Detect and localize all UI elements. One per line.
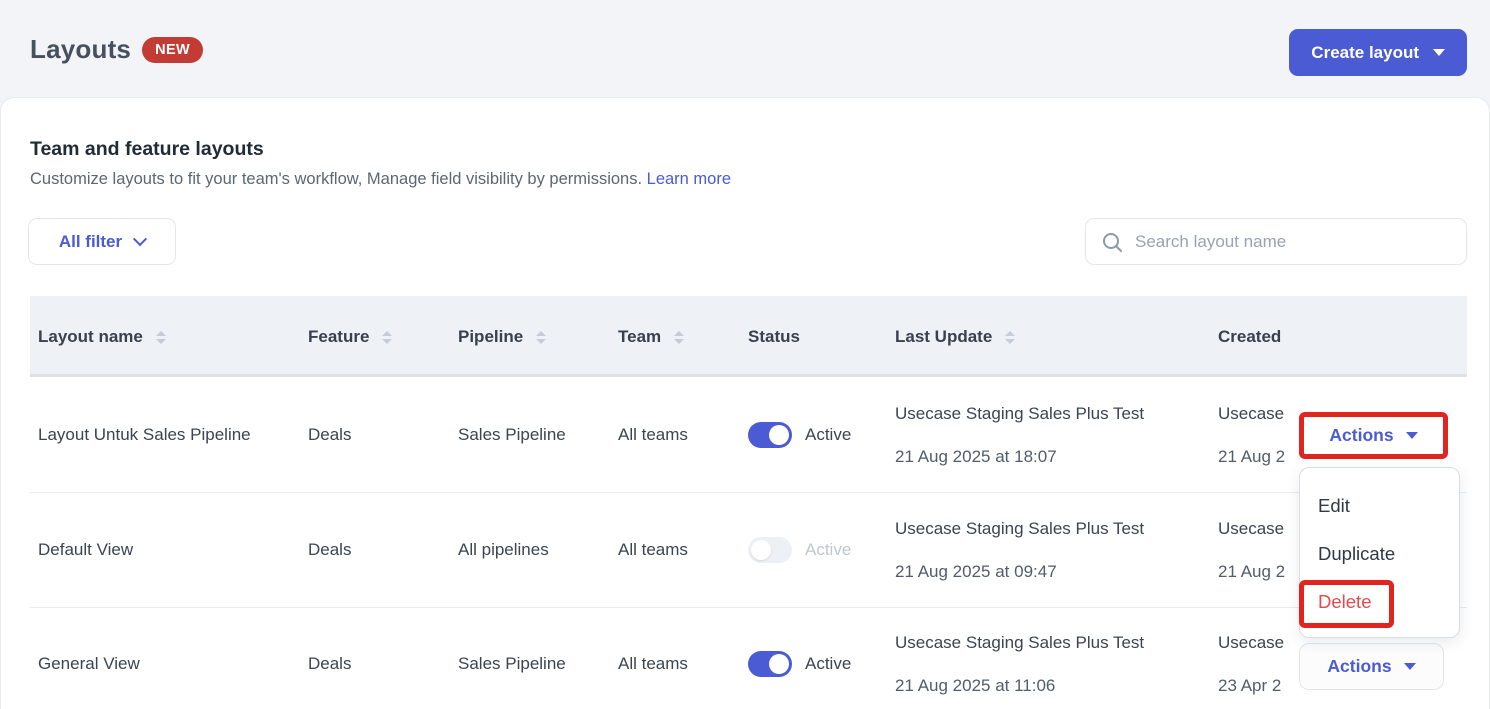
cell-pipeline: Sales Pipeline: [458, 654, 566, 674]
cell-last-update-by: Usecase Staging Sales Plus Test: [895, 404, 1144, 424]
search-input[interactable]: [1135, 232, 1452, 252]
all-filter-dropdown[interactable]: All filter: [28, 218, 176, 265]
status-toggle-on[interactable]: [748, 651, 792, 677]
section-heading: Team and feature layouts: [30, 138, 264, 161]
all-filter-label: All filter: [59, 232, 122, 252]
cell-created-date: 21 Aug 2: [1218, 562, 1285, 582]
cell-last-update-by: Usecase Staging Sales Plus Test: [895, 633, 1144, 653]
page-title: Layouts: [30, 34, 131, 65]
chevron-down-icon: [133, 232, 147, 246]
toggle-knob: [751, 540, 771, 560]
column-header-layout-name[interactable]: Layout name: [38, 327, 166, 347]
column-label: Status: [748, 327, 800, 347]
section-description: Customize layouts to fit your team's wor…: [30, 170, 731, 189]
new-badge: NEW: [142, 37, 203, 63]
actions-button-row3-wrapper: Actions: [1299, 643, 1444, 690]
cell-team: All teams: [618, 654, 688, 674]
sort-icon[interactable]: [156, 331, 166, 344]
search-icon: [1100, 230, 1124, 254]
actions-label: Actions: [1329, 425, 1393, 446]
actions-label: Actions: [1327, 656, 1391, 677]
column-header-feature[interactable]: Feature: [308, 327, 392, 347]
cell-created: Usecase 23 Apr 2: [1218, 633, 1287, 709]
column-header-created: Created: [1218, 327, 1287, 347]
actions-dropdown-row3[interactable]: Actions: [1300, 644, 1443, 689]
cell-created-by: Usecase: [1218, 519, 1284, 539]
page-header: Layouts NEW: [30, 34, 203, 65]
cell-layout-name: Default View: [38, 540, 133, 560]
cell-last-update-date: 21 Aug 2025 at 11:06: [895, 676, 1055, 696]
toggle-knob: [769, 654, 789, 674]
cell-feature: Deals: [308, 654, 351, 674]
sort-icon[interactable]: [536, 331, 546, 344]
actions-button-row1-wrapper: Actions: [1299, 412, 1448, 459]
cell-team: All teams: [618, 540, 688, 560]
column-label: Created: [1218, 327, 1281, 347]
cell-team: All teams: [618, 425, 688, 445]
chevron-down-icon: [1406, 432, 1418, 439]
cell-feature: Deals: [308, 425, 351, 445]
column-header-pipeline[interactable]: Pipeline: [458, 327, 546, 347]
sort-icon[interactable]: [382, 331, 392, 344]
status-label: Active: [805, 425, 851, 445]
column-label: Feature: [308, 327, 369, 347]
cell-feature: Deals: [308, 540, 351, 560]
menu-item-duplicate[interactable]: Duplicate: [1318, 543, 1459, 565]
cell-last-update-date: 21 Aug 2025 at 18:07: [895, 447, 1057, 467]
create-layout-label: Create layout: [1311, 43, 1419, 63]
status-toggle-on[interactable]: [748, 422, 792, 448]
layouts-page: Layouts NEW Create layout Team and featu…: [0, 0, 1490, 709]
search-box: [1085, 218, 1467, 265]
sort-icon[interactable]: [674, 331, 684, 344]
column-label: Pipeline: [458, 327, 523, 347]
cell-created-date: 21 Aug 2: [1218, 447, 1285, 467]
cell-created-date: 23 Apr 2: [1218, 676, 1281, 696]
cell-last-update-date: 21 Aug 2025 at 09:47: [895, 562, 1057, 582]
sort-icon[interactable]: [1005, 331, 1015, 344]
cell-pipeline: Sales Pipeline: [458, 425, 566, 445]
status-toggle-off[interactable]: [748, 537, 792, 563]
cell-pipeline: All pipelines: [458, 540, 549, 560]
annotation-highlight-delete: [1299, 580, 1394, 628]
cell-layout-name: Layout Untuk Sales Pipeline: [38, 425, 251, 445]
cell-created: Usecase 21 Aug 2: [1218, 519, 1287, 611]
column-label: Team: [618, 327, 661, 347]
column-header-team[interactable]: Team: [618, 327, 684, 347]
column-header-status: Status: [748, 327, 800, 347]
column-header-last-update[interactable]: Last Update: [895, 327, 1015, 347]
menu-item-edit[interactable]: Edit: [1318, 495, 1459, 517]
learn-more-link[interactable]: Learn more: [647, 170, 731, 188]
cell-last-update-by: Usecase Staging Sales Plus Test: [895, 519, 1144, 539]
create-layout-button[interactable]: Create layout: [1289, 29, 1467, 76]
status-label: Active: [805, 540, 851, 560]
cell-layout-name: General View: [38, 654, 140, 674]
cell-created: Usecase 21 Aug 2: [1218, 404, 1287, 496]
section-description-text: Customize layouts to fit your team's wor…: [30, 170, 642, 188]
chevron-down-icon: [1433, 49, 1445, 56]
column-label: Layout name: [38, 327, 143, 347]
actions-dropdown-row1[interactable]: Actions: [1299, 412, 1448, 459]
column-label: Last Update: [895, 327, 992, 347]
toggle-knob: [769, 425, 789, 445]
cell-created-by: Usecase: [1218, 404, 1284, 424]
chevron-down-icon: [1404, 663, 1416, 670]
status-label: Active: [805, 654, 851, 674]
cell-created-by: Usecase: [1218, 633, 1284, 653]
